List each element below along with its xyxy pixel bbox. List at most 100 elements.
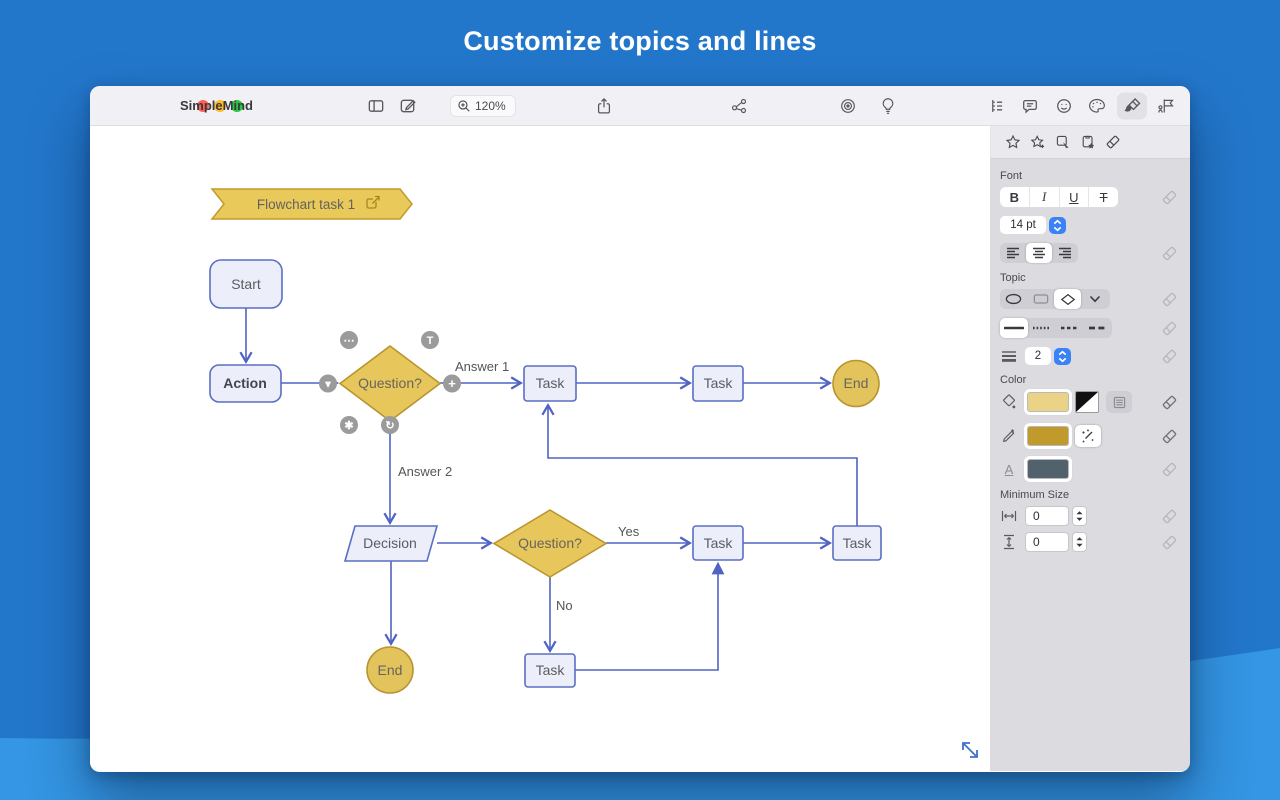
- bold-button[interactable]: B: [1000, 187, 1029, 207]
- idea-bulb-icon[interactable]: [880, 96, 897, 115]
- fill-color-icon: [1000, 394, 1018, 410]
- clear-align-button[interactable]: [1161, 245, 1178, 262]
- node-start[interactable]: Start: [210, 260, 282, 308]
- clear-stroke-color-button[interactable]: [1161, 428, 1178, 445]
- favorite-star-icon[interactable]: [1005, 134, 1021, 150]
- shape-more-button[interactable]: [1081, 289, 1108, 309]
- clear-line-style-button[interactable]: [1161, 320, 1178, 337]
- banner-label: Flowchart task 1: [257, 197, 355, 212]
- align-center-button[interactable]: [1026, 243, 1052, 263]
- align-left-button[interactable]: [1000, 243, 1026, 263]
- outline-icon[interactable]: [989, 97, 1006, 114]
- fill-pattern-button[interactable]: [1106, 391, 1132, 413]
- svg-text:▾: ▾: [324, 379, 331, 391]
- node-task-d[interactable]: Task: [833, 526, 881, 560]
- handle-collapse-icon[interactable]: ▾: [319, 375, 337, 393]
- section-label-minimum-size: Minimum Size: [1000, 489, 1190, 501]
- node-task-a[interactable]: Task: [524, 366, 576, 401]
- stroke-width-icon: [1000, 350, 1018, 362]
- text-color-swatch[interactable]: [1027, 459, 1069, 479]
- handle-text-icon[interactable]: T: [421, 331, 439, 349]
- clear-fill-color-button[interactable]: [1161, 394, 1178, 411]
- relations-icon[interactable]: [730, 97, 748, 115]
- clear-min-width-button[interactable]: [1161, 508, 1178, 525]
- node-task-e[interactable]: Task: [525, 654, 575, 687]
- clear-style-eraser-icon[interactable]: [1105, 134, 1121, 150]
- min-height-input[interactable]: [1025, 532, 1069, 552]
- svg-text:Question?: Question?: [358, 375, 422, 391]
- paste-style-icon[interactable]: [1080, 134, 1096, 150]
- edge-taskd-taska-loop[interactable]: [548, 406, 857, 526]
- font-style-control: B I U T: [1000, 187, 1118, 207]
- target-icon[interactable]: [839, 97, 857, 115]
- min-width-stepper[interactable]: [1072, 506, 1087, 526]
- edge-label-yes: Yes: [618, 524, 640, 539]
- stroke-color-swatch[interactable]: [1027, 426, 1069, 446]
- font-size-field[interactable]: 14 pt: [1000, 216, 1046, 234]
- sidebar-toggle-icon[interactable]: [367, 96, 386, 115]
- compose-icon[interactable]: [399, 96, 418, 115]
- node-action[interactable]: Action: [210, 365, 281, 402]
- clear-shape-button[interactable]: [1161, 291, 1178, 308]
- node-end2[interactable]: End: [367, 647, 413, 693]
- edge-label-no: No: [556, 598, 573, 613]
- shape-diamond-button[interactable]: [1054, 289, 1081, 309]
- presentation-icon[interactable]: [1157, 97, 1176, 115]
- min-width-input[interactable]: [1025, 506, 1069, 526]
- node-decision[interactable]: Decision: [345, 526, 437, 561]
- handle-add-icon[interactable]: +: [443, 375, 461, 393]
- magic-style-button[interactable]: [1075, 425, 1101, 447]
- line-solid-button[interactable]: [1000, 318, 1028, 338]
- style-brush-icon[interactable]: [1117, 92, 1147, 119]
- align-right-button[interactable]: [1052, 243, 1078, 263]
- stroke-width-stepper[interactable]: [1054, 348, 1071, 365]
- handle-rotate-icon[interactable]: ↻: [381, 416, 399, 434]
- shape-ellipse-button[interactable]: [1000, 289, 1027, 309]
- emoji-icon[interactable]: [1055, 97, 1073, 115]
- handle-more-icon[interactable]: ⋯: [340, 331, 358, 349]
- line-dashed-button[interactable]: [1056, 318, 1084, 338]
- svg-text:↻: ↻: [385, 420, 394, 432]
- share-icon[interactable]: [595, 96, 613, 115]
- node-end1[interactable]: End: [833, 361, 879, 407]
- stroke-color-icon: [1000, 428, 1018, 444]
- fill-color-swatch[interactable]: [1027, 392, 1069, 412]
- line-dotted-button[interactable]: [1028, 318, 1056, 338]
- expand-canvas-icon[interactable]: [963, 743, 977, 757]
- strikethrough-button[interactable]: T: [1088, 187, 1118, 207]
- zoom-control[interactable]: 120%: [450, 95, 516, 117]
- node-question1[interactable]: Question?: [340, 346, 440, 421]
- auto-contrast-swatch[interactable]: [1075, 391, 1099, 413]
- svg-text:Task: Task: [536, 375, 566, 391]
- underline-button[interactable]: U: [1059, 187, 1089, 207]
- favorite-star-add-icon[interactable]: [1030, 134, 1046, 150]
- handle-style-icon[interactable]: ✱: [340, 416, 358, 434]
- zoom-level: 120%: [475, 99, 506, 113]
- comment-icon[interactable]: [1021, 97, 1039, 115]
- font-size-stepper[interactable]: [1049, 217, 1066, 234]
- line-style-control: [1000, 318, 1112, 338]
- clear-font-style-button[interactable]: [1161, 189, 1178, 206]
- stroke-width-field[interactable]: 2: [1025, 347, 1051, 365]
- clear-text-color-button[interactable]: [1161, 461, 1178, 478]
- svg-text:Question?: Question?: [518, 535, 582, 551]
- svg-text:Task: Task: [843, 535, 873, 551]
- min-height-stepper[interactable]: [1072, 532, 1087, 552]
- line-longdash-button[interactable]: [1084, 318, 1112, 338]
- text-align-control: [1000, 243, 1078, 263]
- node-task-c[interactable]: Task: [693, 526, 743, 560]
- edge-taske-taskc-loop[interactable]: [575, 564, 718, 670]
- clear-stroke-width-button[interactable]: [1161, 348, 1178, 365]
- section-label-topic: Topic: [1000, 272, 1190, 284]
- clear-min-height-button[interactable]: [1161, 534, 1178, 551]
- copy-style-icon[interactable]: [1055, 134, 1071, 150]
- palette-icon[interactable]: [1088, 97, 1107, 115]
- svg-text:End: End: [378, 662, 403, 678]
- node-banner[interactable]: Flowchart task 1: [212, 189, 412, 219]
- app-title: SimpleMind: [180, 98, 253, 113]
- shape-rect-button[interactable]: [1027, 289, 1054, 309]
- node-task-b[interactable]: Task: [693, 366, 743, 401]
- italic-button[interactable]: I: [1029, 187, 1059, 207]
- node-question2[interactable]: Question?: [494, 510, 606, 577]
- mindmap-canvas[interactable]: Answer 1 Answer 2 Yes No Flowchart task …: [90, 126, 990, 771]
